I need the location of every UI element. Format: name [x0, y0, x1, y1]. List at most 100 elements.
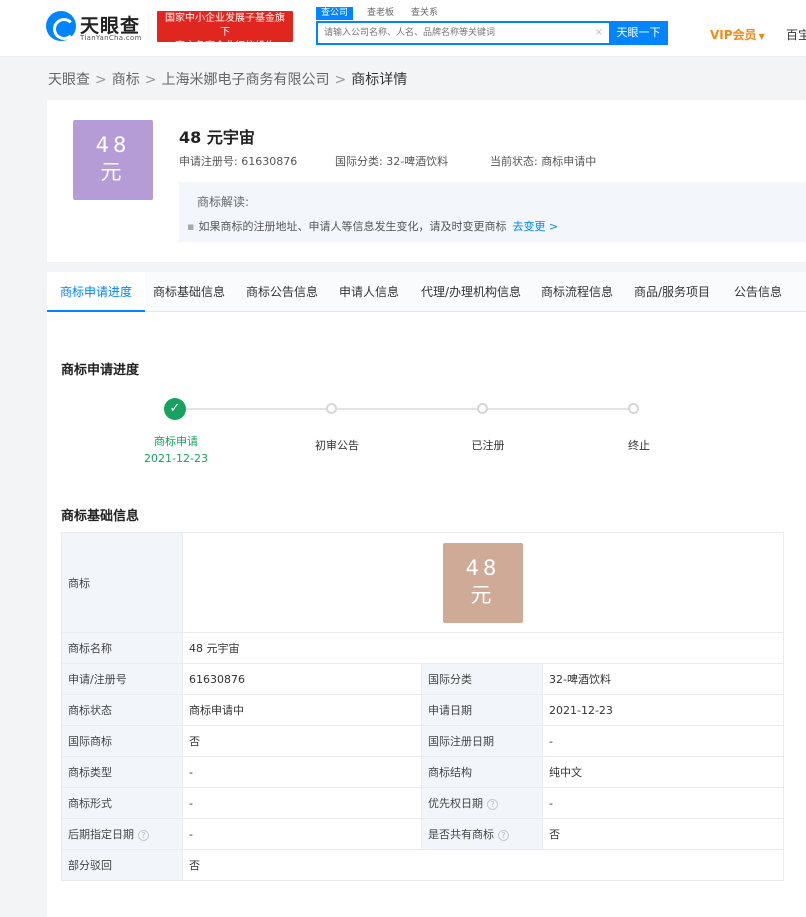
logo-subtext: TianYanCha.com	[80, 34, 142, 42]
reg-no-meta: 申请注册号: 61630876	[179, 153, 297, 169]
search-box: ×	[316, 21, 609, 45]
table-value: 2021-12-23	[542, 694, 784, 726]
trademark-detail-card: 商标申请进度 商标基础信息 商标公告信息 申请人信息 代理/办理机构信息 商标流…	[47, 272, 806, 917]
trademark-header-card: 48 元 48 元宇宙 申请注册号: 61630876 国际分类: 32-啤酒饮…	[47, 100, 806, 262]
table-label-with-help: 后期指定日期?	[61, 818, 183, 850]
trademark-image: 48 元	[73, 120, 153, 200]
table-row: 部分驳回 否	[61, 849, 784, 881]
tab-applicant-info[interactable]: 申请人信息	[339, 272, 399, 312]
tianyancha-logo[interactable]: 天眼查 TianYanCha.com	[46, 11, 146, 43]
table-value: -	[182, 787, 422, 819]
table-label: 商标名称	[61, 632, 183, 664]
table-label: 国际分类	[421, 663, 543, 695]
basic-info-section-title: 商标基础信息	[61, 509, 140, 524]
table-row: 商标形式 - 优先权日期? -	[61, 787, 784, 819]
search-button[interactable]: 天眼一下	[609, 21, 668, 45]
breadcrumb-company[interactable]: 上海米娜电子商务有限公司	[161, 72, 329, 88]
badge-line-1: 国家中小企业发展子基金旗下	[165, 13, 285, 38]
nav-link-baijia[interactable]: 百宝	[786, 26, 806, 43]
table-value: 纯中文	[542, 756, 784, 788]
tab-basic-info[interactable]: 商标基础信息	[153, 272, 225, 312]
tab-announcement-info[interactable]: 商标公告信息	[246, 272, 318, 312]
table-label: 商标状态	[61, 694, 183, 726]
table-row: 商标 48 元	[61, 532, 784, 633]
table-value: -	[542, 787, 784, 819]
table-value: -	[182, 756, 422, 788]
table-value: 48 元宇宙	[182, 632, 784, 664]
table-label: 申请/注册号	[61, 663, 183, 695]
trademark-image-text: 48	[465, 555, 501, 580]
table-row: 商标名称 48 元宇宙	[61, 632, 784, 664]
interpretation-body: 如果商标的注册地址、申请人等信息发生变化，请及时变更商标	[198, 220, 507, 233]
clear-icon[interactable]: ×	[595, 27, 603, 38]
search-input[interactable]	[318, 23, 588, 43]
breadcrumb-trademark[interactable]: 商标	[112, 72, 140, 88]
interpretation-title: 商标解读:	[197, 195, 250, 209]
badge-line-2: 官方备案企业征信机构	[175, 41, 275, 52]
step-label: 初审公告	[315, 439, 359, 452]
bullet-icon: ▪	[187, 220, 195, 233]
search-tab-relation[interactable]: 查关系	[406, 7, 443, 20]
table-label: 商标	[61, 532, 183, 633]
step-dot	[477, 403, 488, 414]
logo-eye-icon	[46, 11, 76, 41]
table-label: 是否共有商标	[428, 828, 494, 841]
tab-goods-services[interactable]: 商品/服务项目	[634, 272, 710, 312]
official-badge[interactable]: 国家中小企业发展子基金旗下 官方备案企业征信机构	[157, 11, 293, 52]
tab-agency-info[interactable]: 代理/办理机构信息	[421, 272, 521, 312]
table-label: 国际注册日期	[421, 725, 543, 757]
table-label: 后期指定日期	[68, 828, 134, 841]
tab-notices[interactable]: 公告信息	[734, 272, 782, 312]
table-row: 后期指定日期? - 是否共有商标? 否	[61, 818, 784, 850]
step-label: 终止	[628, 439, 650, 452]
table-value: -	[182, 818, 422, 850]
detail-tabs: 商标申请进度 商标基础信息 商标公告信息 申请人信息 代理/办理机构信息 商标流…	[47, 272, 806, 312]
breadcrumb: 天眼查 > 商标 > 上海米娜电子商务有限公司 > 商标详情	[48, 69, 407, 89]
table-label: 申请日期	[421, 694, 543, 726]
breadcrumb-separator: >	[144, 72, 157, 88]
breadcrumb-current: 商标详情	[351, 72, 408, 88]
search-tab-boss[interactable]: 查老板	[362, 7, 399, 20]
change-link[interactable]: 去变更 >	[512, 220, 558, 233]
vip-label: VIP会员	[710, 28, 757, 42]
breadcrumb-separator: >	[95, 72, 107, 88]
breadcrumb-separator: >	[334, 72, 347, 88]
class-meta: 国际分类: 32-啤酒饮料	[335, 153, 448, 169]
reg-no-label: 申请注册号:	[179, 155, 238, 168]
table-label: 商标形式	[61, 787, 183, 819]
class-label: 国际分类:	[335, 155, 383, 168]
table-label: 商标类型	[61, 756, 183, 788]
table-label: 优先权日期	[428, 797, 483, 810]
status-label: 当前状态:	[490, 155, 538, 168]
trademark-image-text: 元	[100, 160, 126, 184]
tab-application-progress[interactable]: 商标申请进度	[47, 272, 146, 312]
vip-member-menu[interactable]: VIP会员 ▼	[710, 26, 765, 43]
table-row: 商标类型 - 商标结构 纯中文	[61, 756, 784, 788]
help-icon[interactable]: ?	[487, 798, 498, 810]
help-icon[interactable]: ?	[138, 829, 149, 841]
step-dot	[326, 403, 337, 414]
step-label: 已注册	[471, 439, 505, 452]
tab-process-info[interactable]: 商标流程信息	[541, 272, 613, 312]
step-date: 2021-12-23	[144, 452, 208, 465]
trademark-image-text: 48	[95, 133, 131, 157]
table-label-with-help: 优先权日期?	[421, 787, 543, 819]
table-label-with-help: 是否共有商标?	[421, 818, 543, 850]
trademark-title: 48 元宇宙	[179, 128, 255, 147]
trademark-image-text: 元	[470, 582, 496, 607]
table-value: 61630876	[182, 663, 422, 695]
table-label: 部分驳回	[61, 849, 183, 881]
trademark-image-cell: 48 元	[182, 532, 784, 633]
trademark-interpretation: 商标解读: ▪ 如果商标的注册地址、申请人等信息发生变化，请及时变更商标 去变更 >	[179, 182, 806, 242]
table-label: 商标结构	[421, 756, 543, 788]
status-value: 商标申请中	[541, 155, 597, 168]
breadcrumb-home[interactable]: 天眼查	[48, 72, 90, 88]
status-meta: 当前状态: 商标申请中	[490, 153, 596, 169]
search-tab-company[interactable]: 查公司	[316, 7, 354, 20]
help-icon[interactable]: ?	[498, 829, 509, 841]
basic-info-table: 商标 48 元 商标名称 48 元宇宙 申请/注册号 61630876 国际分类…	[61, 532, 784, 881]
table-row: 申请/注册号 61630876 国际分类 32-啤酒饮料	[61, 663, 784, 695]
table-value: 32-啤酒饮料	[542, 663, 784, 695]
step-dot	[628, 403, 639, 414]
table-value: 否	[182, 849, 784, 881]
